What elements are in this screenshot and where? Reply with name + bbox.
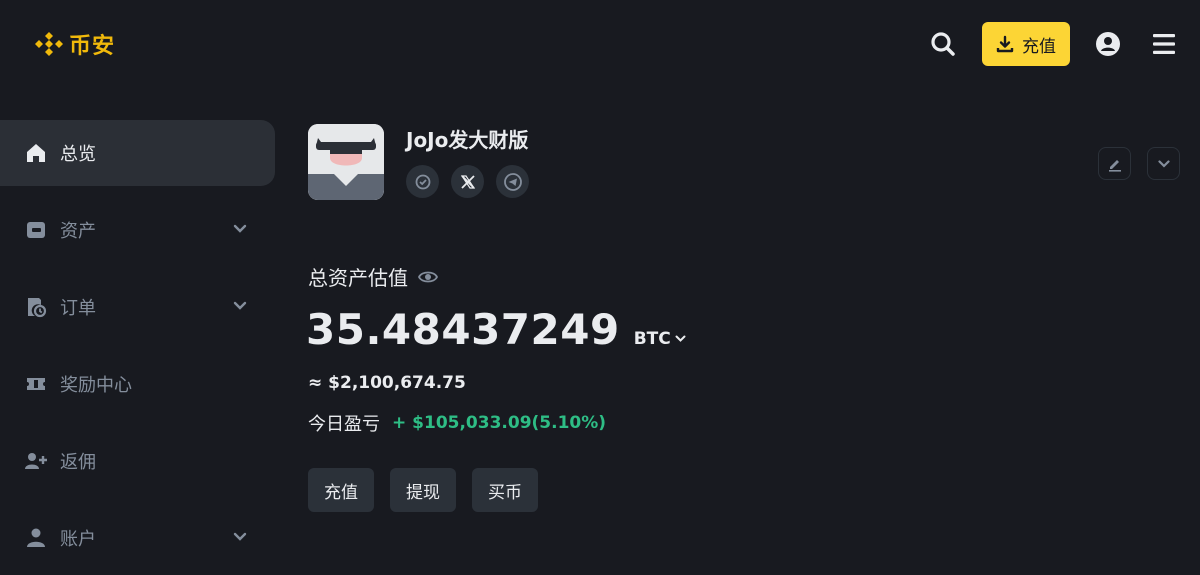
ticket-icon (24, 372, 48, 396)
sidebar-item-label: 总览 (60, 144, 96, 165)
chevron-down-icon[interactable] (230, 296, 250, 316)
sidebar-item-account[interactable]: 账户 (0, 505, 275, 571)
profile-name: JoJo发大财版 (406, 128, 529, 152)
deposit-button[interactable]: 充值 (308, 468, 374, 512)
balance-row: 35.48437249 BTC (306, 305, 686, 354)
user-icon (1096, 32, 1120, 56)
currency-selector[interactable]: BTC (634, 329, 686, 349)
binance-logo[interactable]: 币安 (33, 28, 115, 60)
wallet-icon (24, 218, 48, 242)
sidebar-nav: 总览 资产 订单 奖励中心 返佣 账户 (0, 120, 275, 575)
sidebar-item-label: 账户 (60, 529, 96, 550)
cow-avatar-icon (308, 124, 384, 200)
header-deposit-label: 充值 (1022, 36, 1056, 57)
withdraw-button[interactable]: 提现 (390, 468, 456, 512)
edit-icon (1108, 159, 1121, 172)
add-user-icon (24, 449, 48, 473)
action-buttons: 充值 提现 买币 (308, 468, 538, 512)
pnl-label: 今日盈亏 (308, 414, 380, 435)
balance-value: 35.48437249 (306, 305, 620, 354)
buy-crypto-button[interactable]: 买币 (472, 468, 538, 512)
download-icon (996, 35, 1014, 53)
sidebar-item-label: 奖励中心 (60, 375, 132, 396)
sidebar-item-label: 资产 (60, 221, 96, 242)
orders-icon (24, 295, 48, 319)
menu-icon (1153, 34, 1175, 54)
usd-value: ≈ $2,100,674.75 (308, 373, 466, 393)
sidebar-item-overview[interactable]: 总览 (0, 120, 275, 186)
x-icon (460, 174, 475, 189)
pnl-row: 今日盈亏 + $105,033.09(5.10%) (308, 410, 606, 436)
chevron-down-icon[interactable] (230, 219, 250, 239)
verified-button[interactable] (406, 165, 439, 198)
sidebar-item-label: 订单 (60, 298, 96, 319)
sidebar-item-label: 返佣 (60, 452, 96, 473)
brand-name: 币安 (69, 34, 116, 59)
sidebar-item-assets[interactable]: 资产 (0, 197, 275, 263)
eye-icon[interactable] (417, 265, 439, 289)
header-deposit-button[interactable]: 充值 (982, 22, 1070, 66)
binance-logo-icon (35, 32, 63, 56)
telegram-icon (503, 172, 522, 191)
edit-profile-button[interactable] (1098, 147, 1131, 180)
search-button[interactable] (927, 28, 959, 60)
avatar[interactable] (308, 124, 384, 200)
verified-icon (415, 174, 430, 189)
sidebar-item-orders[interactable]: 订单 (0, 274, 275, 340)
person-icon (24, 526, 48, 550)
social-links (406, 165, 529, 198)
telegram-link-button[interactable] (496, 165, 529, 198)
menu-button[interactable] (1148, 28, 1180, 60)
profile-button[interactable] (1092, 28, 1124, 60)
sidebar-item-referral[interactable]: 返佣 (0, 428, 275, 494)
chevron-down-icon (675, 335, 686, 342)
currency-label: BTC (633, 329, 671, 349)
sidebar-item-rewards[interactable]: 奖励中心 (0, 351, 275, 417)
expand-profile-button[interactable] (1147, 147, 1180, 180)
search-icon (931, 32, 955, 56)
pnl-value[interactable]: + $105,033.09(5.10%) (392, 413, 606, 433)
estimated-balance-label: 总资产估值 (308, 266, 408, 290)
chevron-down-icon[interactable] (230, 527, 250, 547)
top-header: 币安 充值 (0, 0, 1200, 90)
estimated-balance-title: 总资产估值 (308, 262, 439, 291)
home-icon (24, 141, 48, 165)
x-link-button[interactable] (451, 165, 484, 198)
chevron-down-icon (1157, 159, 1170, 168)
